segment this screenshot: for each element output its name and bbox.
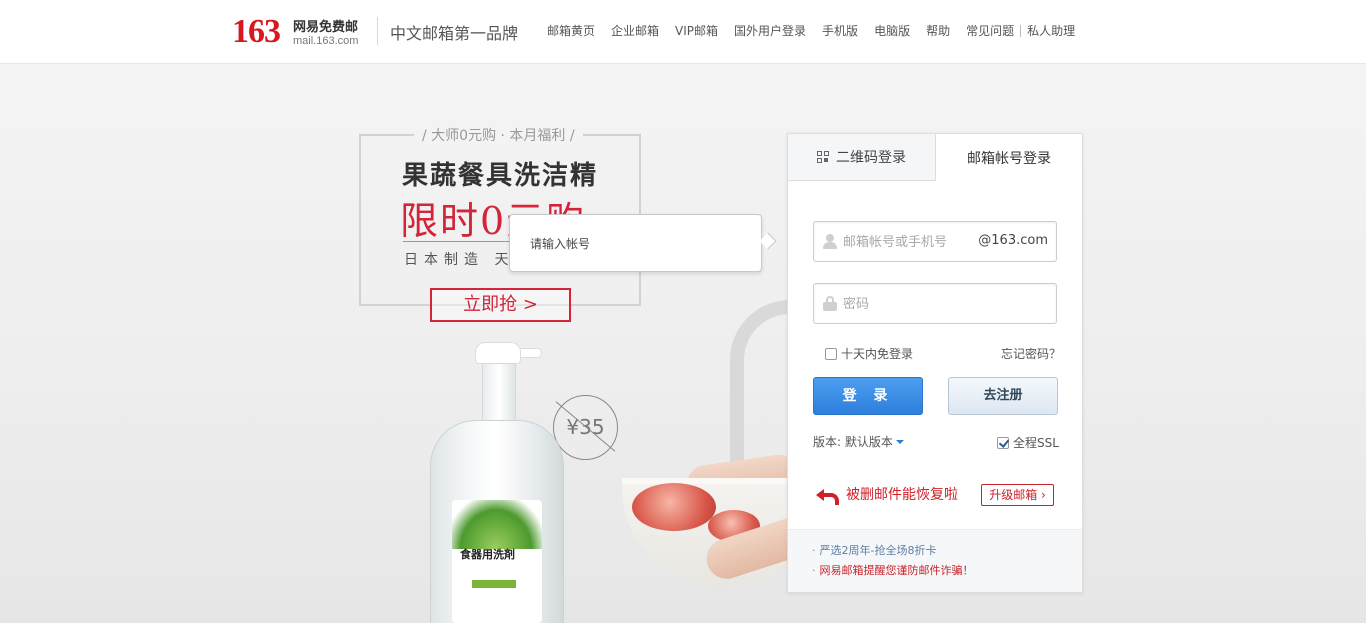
top-nav: 邮箱黄页 企业邮箱 VIP邮箱 国外用户登录 手机版 电脑版 帮助 常见问题 私… <box>547 22 1091 39</box>
slogan: 中文邮箱第一品牌 <box>390 24 519 43</box>
forgot-password-link[interactable]: 忘记密码？ <box>1001 345 1061 362</box>
remember-me[interactable]: 十天内免登录 <box>825 345 913 362</box>
version-label: 版本: 默认版本 <box>813 435 893 449</box>
qr-code-icon <box>817 150 830 164</box>
email-domain: @163.com <box>978 233 1048 248</box>
logo-number[interactable]: 163 <box>232 13 281 51</box>
remember-label: 十天内免登录 <box>841 347 914 361</box>
nav-separator <box>1020 24 1022 37</box>
undo-arrow-icon <box>816 487 839 505</box>
promo-title: 果蔬餐具洗洁精 <box>402 161 599 191</box>
login-panel: 二维码登录 邮箱帐号登录 @163.com 十天内免登录 忘记密码？ 登 录 去… <box>787 133 1083 593</box>
logo-url[interactable]: mail.163.com <box>293 35 358 47</box>
nav-vip-mail[interactable]: VIP邮箱 <box>675 22 718 39</box>
login-button[interactable]: 登 录 <box>813 377 923 415</box>
nav-mobile[interactable]: 手机版 <box>822 22 858 39</box>
bottle-pump <box>475 342 521 364</box>
caret-down-icon <box>895 440 904 444</box>
header-divider <box>377 17 378 45</box>
nav-overseas-login[interactable]: 国外用户登录 <box>734 22 806 39</box>
login-tabs: 二维码登录 邮箱帐号登录 <box>788 134 1082 181</box>
version-select[interactable]: 版本: 默认版本 <box>813 433 904 450</box>
user-icon <box>823 234 837 249</box>
ssl-checkbox[interactable] <box>997 436 1009 449</box>
recover-promo[interactable]: 被删邮件能恢复啦 <box>816 484 958 505</box>
username-input[interactable] <box>843 232 973 252</box>
validation-tooltip: 请输入帐号 <box>509 214 777 272</box>
lock-icon <box>823 296 837 311</box>
footer-link-yanxuan[interactable]: 严选2周年-抢全场8折卡 <box>812 542 937 558</box>
bottle-label: 食器用洗剤 <box>452 500 542 623</box>
tab-qr-label: 二维码登录 <box>836 150 906 166</box>
bottle-label-text: 食器用洗剤 <box>460 548 515 561</box>
recover-text: 被删邮件能恢复啦 <box>846 487 958 503</box>
password-field[interactable] <box>813 283 1057 324</box>
footer-link-fraud-warning[interactable]: 网易邮箱提醒您谨防邮件诈骗！ <box>812 562 974 578</box>
nav-yellow-pages[interactable]: 邮箱黄页 <box>547 22 595 39</box>
ssl-option[interactable]: 全程SSL <box>997 434 1059 451</box>
promo-subtitle: / 大师0元购 · 本月福利 / <box>414 125 583 145</box>
login-footer: 严选2周年-抢全场8折卡 网易邮箱提醒您谨防邮件诈骗！ <box>788 529 1082 592</box>
nav-help[interactable]: 帮助 <box>926 22 950 39</box>
nav-faq[interactable]: 常见问题 <box>966 22 1014 39</box>
tooltip-text: 请输入帐号 <box>530 237 591 251</box>
top-header: 163 网易免费邮 mail.163.com 中文邮箱第一品牌 邮箱黄页 企业邮… <box>0 0 1366 64</box>
password-input[interactable] <box>843 294 973 314</box>
upgrade-mailbox-button[interactable]: 升级邮箱 › <box>981 484 1054 506</box>
remember-checkbox[interactable] <box>825 347 837 360</box>
bottle-neck <box>482 363 516 423</box>
nav-enterprise-mail[interactable]: 企业邮箱 <box>611 22 659 39</box>
label-green-tag <box>472 580 516 588</box>
tab-account-login[interactable]: 邮箱帐号登录 <box>936 134 1082 181</box>
register-button[interactable]: 去注册 <box>948 377 1058 415</box>
leaf-graphic <box>452 500 542 549</box>
nav-desktop[interactable]: 电脑版 <box>874 22 910 39</box>
apple-image <box>632 483 716 531</box>
username-field[interactable]: @163.com <box>813 221 1057 262</box>
nav-private-assistant[interactable]: 私人助理 <box>1027 22 1075 39</box>
logo-title[interactable]: 网易免费邮 <box>293 16 358 35</box>
ssl-label: 全程SSL <box>1013 436 1059 450</box>
tab-qr-login[interactable]: 二维码登录 <box>788 134 936 181</box>
promo-cta-button[interactable]: 立即抢 > <box>430 288 571 322</box>
